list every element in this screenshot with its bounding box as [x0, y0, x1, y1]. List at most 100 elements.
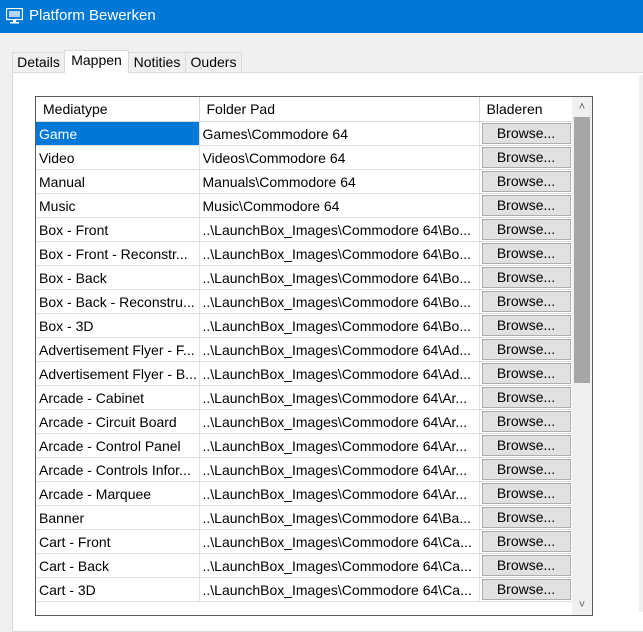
folder-path-cell[interactable]: ..\LaunchBox_Images\Commodore 64\Ca...	[199, 529, 480, 554]
mediatype-cell[interactable]: Arcade - Controls Infor...	[36, 457, 200, 482]
mediatype-cell[interactable]: Advertisement Flyer - B...	[36, 361, 200, 386]
mediatype-cell[interactable]: Manual	[36, 169, 200, 194]
mediatype-cell[interactable]: Arcade - Control Panel	[36, 433, 200, 458]
table-row[interactable]: Arcade - Marquee ..\LaunchBox_Images\Comm…	[36, 481, 573, 506]
folders-grid[interactable]: Mediatype Folder Pad Bladeren Game Games\…	[35, 96, 593, 616]
table-row[interactable]: Box - Back ..\LaunchBox_Images\Commodore …	[36, 265, 573, 290]
folder-path-cell[interactable]: Videos\Commodore 64	[199, 145, 480, 170]
table-row[interactable]: Arcade - Controls Infor... ..\LaunchBox_I…	[36, 457, 573, 482]
browse-button[interactable]: Browse...	[481, 195, 571, 216]
folder-path-value: ..\LaunchBox_Images\Commodore 64\Bo...	[202, 269, 471, 286]
browse-button[interactable]: Browse...	[481, 555, 571, 576]
browse-button[interactable]: Browse...	[481, 243, 571, 264]
column-header-bladeren[interactable]: Bladeren	[479, 97, 573, 122]
browse-button[interactable]: Browse...	[481, 267, 571, 288]
mediatype-cell[interactable]: Advertisement Flyer - F...	[36, 337, 200, 362]
folder-path-cell[interactable]: ..\LaunchBox_Images\Commodore 64\Bo...	[199, 241, 480, 266]
folder-path-cell[interactable]: ..\LaunchBox_Images\Commodore 64\Ca...	[199, 577, 480, 602]
mediatype-label: Banner	[39, 509, 85, 526]
folder-path-cell[interactable]: ..\LaunchBox_Images\Commodore 64\Bo...	[199, 217, 480, 242]
mediatype-cell[interactable]: Box - Front - Reconstr...	[36, 241, 200, 266]
scrollbar-thumb[interactable]	[574, 117, 590, 383]
mediatype-label: Box - Front	[39, 221, 109, 238]
mediatype-cell[interactable]: Cart - Front	[36, 529, 200, 554]
tab-ouders[interactable]: Ouders	[185, 52, 242, 72]
folder-path-cell[interactable]: ..\LaunchBox_Images\Commodore 64\Ar...	[199, 481, 480, 506]
folder-path-cell[interactable]: ..\LaunchBox_Images\Commodore 64\Ar...	[199, 385, 480, 410]
browse-button[interactable]: Browse...	[481, 531, 571, 552]
table-row[interactable]: Cart - Front ..\LaunchBox_Images\Commodor…	[36, 529, 573, 554]
table-row[interactable]: Game Games\Commodore 64 Browse...	[36, 121, 573, 146]
folder-path-cell[interactable]: ..\LaunchBox_Images\Commodore 64\Bo...	[199, 265, 480, 290]
mediatype-cell[interactable]: Box - Back	[36, 265, 200, 290]
chevron-down-icon[interactable]: ˅	[572, 595, 592, 615]
browse-button[interactable]: Browse...	[481, 363, 571, 384]
table-row[interactable]: Music Music\Commodore 64 Browse...	[36, 193, 573, 218]
folder-path-cell[interactable]: ..\LaunchBox_Images\Commodore 64\Ar...	[199, 433, 480, 458]
mediatype-label: Advertisement Flyer - B...	[39, 365, 197, 382]
folder-path-cell[interactable]: Music\Commodore 64	[199, 193, 480, 218]
browse-button[interactable]: Browse...	[481, 507, 571, 528]
browse-button[interactable]: Browse...	[481, 147, 571, 168]
table-row[interactable]: Arcade - Control Panel ..\LaunchBox_Image…	[36, 433, 573, 458]
folder-path-cell[interactable]: ..\LaunchBox_Images\Commodore 64\Ar...	[199, 457, 480, 482]
mediatype-cell[interactable]: Music	[36, 193, 200, 218]
folders-table: Mediatype Folder Pad Bladeren Game Games\…	[36, 97, 573, 602]
folder-path-cell[interactable]: ..\LaunchBox_Images\Commodore 64\Ca...	[199, 553, 480, 578]
browse-button[interactable]: Browse...	[481, 315, 571, 336]
mediatype-cell[interactable]: Cart - Back	[36, 553, 200, 578]
mediatype-cell[interactable]: Arcade - Circuit Board	[36, 409, 200, 434]
browse-button[interactable]: Browse...	[481, 219, 571, 240]
mediatype-cell[interactable]: Banner	[36, 505, 200, 530]
table-row[interactable]: Manual Manuals\Commodore 64 Browse...	[36, 169, 573, 194]
browse-cell: Browse...	[479, 361, 573, 386]
browse-button[interactable]: Browse...	[481, 483, 571, 504]
folder-path-cell[interactable]: ..\LaunchBox_Images\Commodore 64\Bo...	[199, 313, 480, 338]
table-row[interactable]: Video Videos\Commodore 64 Browse...	[36, 145, 573, 170]
browse-button[interactable]: Browse...	[481, 459, 571, 480]
mediatype-cell[interactable]: Box - Front	[36, 217, 200, 242]
table-row[interactable]: Cart - 3D ..\LaunchBox_Images\Commodore 6…	[36, 577, 573, 602]
browse-button[interactable]: Browse...	[481, 171, 571, 192]
mediatype-cell[interactable]: Cart - 3D	[36, 577, 200, 602]
column-header-mediatype[interactable]: Mediatype	[36, 97, 200, 122]
folder-path-cell[interactable]: ..\LaunchBox_Images\Commodore 64\Bo...	[199, 289, 480, 314]
table-row[interactable]: Arcade - Circuit Board ..\LaunchBox_Image…	[36, 409, 573, 434]
tab-details[interactable]: Details	[12, 52, 65, 72]
tab-mappen[interactable]: Mappen	[64, 50, 129, 73]
tab-notities[interactable]: Notities	[128, 52, 186, 72]
table-row[interactable]: Box - Front - Reconstr... ..\LaunchBox_Im…	[36, 241, 573, 266]
mediatype-cell[interactable]: Arcade - Cabinet	[36, 385, 200, 410]
mediatype-cell[interactable]: Video	[36, 145, 200, 170]
browse-button[interactable]: Browse...	[481, 123, 571, 144]
folder-path-cell[interactable]: ..\LaunchBox_Images\Commodore 64\Ad...	[199, 361, 480, 386]
mediatype-cell[interactable]: Arcade - Marquee	[36, 481, 200, 506]
browse-button[interactable]: Browse...	[481, 387, 571, 408]
table-row[interactable]: Arcade - Cabinet ..\LaunchBox_Images\Comm…	[36, 385, 573, 410]
table-row[interactable]: Banner ..\LaunchBox_Images\Commodore 64\B…	[36, 505, 573, 530]
table-row[interactable]: Advertisement Flyer - F... ..\LaunchBox_I…	[36, 337, 573, 362]
browse-button[interactable]: Browse...	[481, 579, 571, 600]
table-row[interactable]: Box - Front ..\LaunchBox_Images\Commodore…	[36, 217, 573, 242]
browse-button[interactable]: Browse...	[481, 411, 571, 432]
column-header-folder-pad[interactable]: Folder Pad	[199, 97, 480, 122]
mediatype-cell[interactable]: Game	[36, 121, 200, 146]
table-row[interactable]: Box - Back - Reconstru... ..\LaunchBox_Im…	[36, 289, 573, 314]
folder-path-cell[interactable]: Manuals\Commodore 64	[199, 169, 480, 194]
vertical-scrollbar[interactable]: ˄ ˅	[572, 97, 592, 615]
folder-path-cell[interactable]: ..\LaunchBox_Images\Commodore 64\Ba...	[199, 505, 480, 530]
mediatype-cell[interactable]: Box - 3D	[36, 313, 200, 338]
browse-button[interactable]: Browse...	[481, 435, 571, 456]
chevron-up-icon[interactable]: ˄	[572, 97, 592, 117]
browse-button[interactable]: Browse...	[481, 291, 571, 312]
folder-path-value: Music\Commodore 64	[202, 197, 340, 214]
mediatype-cell[interactable]: Box - Back - Reconstru...	[36, 289, 200, 314]
folder-path-cell[interactable]: ..\LaunchBox_Images\Commodore 64\Ad...	[199, 337, 480, 362]
mediatype-label: Cart - Front	[39, 533, 111, 550]
folder-path-cell[interactable]: Games\Commodore 64	[199, 121, 480, 146]
table-row[interactable]: Cart - Back ..\LaunchBox_Images\Commodore…	[36, 553, 573, 578]
browse-button[interactable]: Browse...	[481, 339, 571, 360]
folder-path-cell[interactable]: ..\LaunchBox_Images\Commodore 64\Ar...	[199, 409, 480, 434]
table-row[interactable]: Advertisement Flyer - B... ..\LaunchBox_I…	[36, 361, 573, 386]
table-row[interactable]: Box - 3D ..\LaunchBox_Images\Commodore 64…	[36, 313, 573, 338]
